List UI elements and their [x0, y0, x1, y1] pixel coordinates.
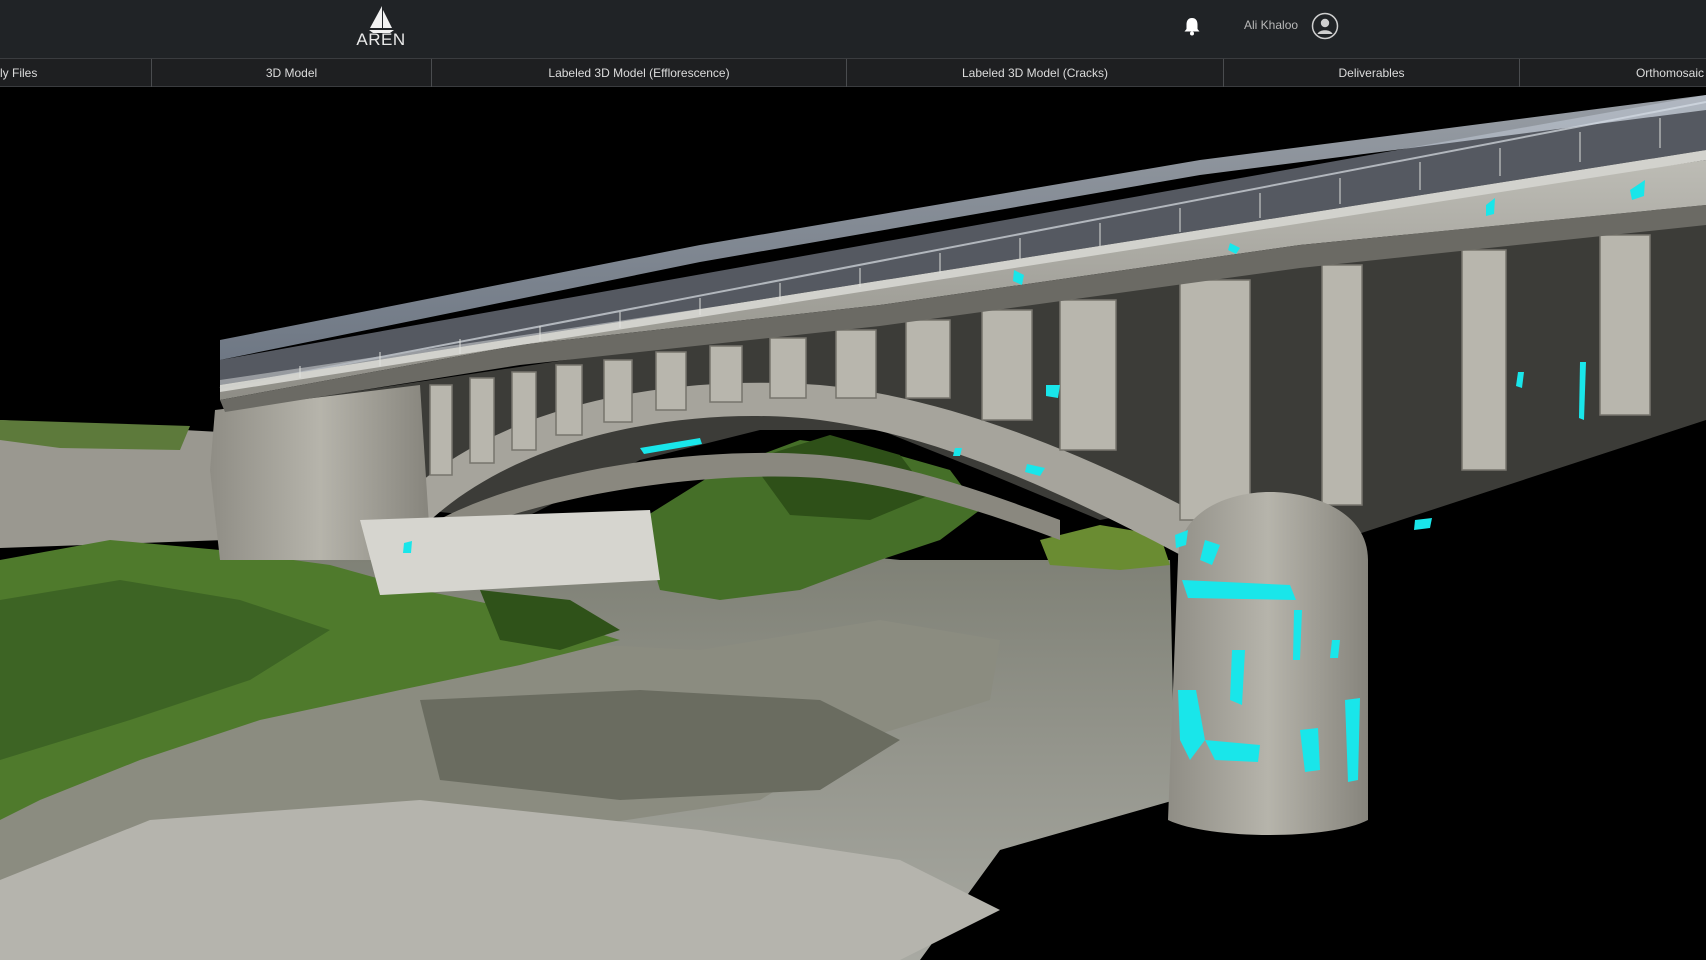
bridge-3d-model [0, 95, 1706, 960]
tab-orthomosaic[interactable]: Orthomosaic [1520, 59, 1706, 87]
logo-text: AREN [356, 30, 406, 49]
tab-my-files[interactable]: ly Files [0, 59, 152, 87]
tab-3d-model[interactable]: 3D Model [152, 59, 432, 87]
top-header: AREN Ali Khaloo [0, 0, 1706, 58]
3d-model-viewport[interactable] [0, 88, 1706, 960]
bell-icon[interactable] [1183, 16, 1201, 36]
tab-bar: ly Files 3D Model Labeled 3D Model (Effl… [0, 58, 1706, 87]
user-name[interactable]: Ali Khaloo [1244, 18, 1298, 32]
tab-labeled-efflorescence[interactable]: Labeled 3D Model (Efflorescence) [432, 59, 847, 87]
user-avatar-icon[interactable] [1311, 12, 1339, 40]
tab-labeled-cracks[interactable]: Labeled 3D Model (Cracks) [847, 59, 1224, 87]
aren-logo[interactable]: AREN [356, 4, 406, 50]
tab-deliverables[interactable]: Deliverables [1224, 59, 1520, 87]
